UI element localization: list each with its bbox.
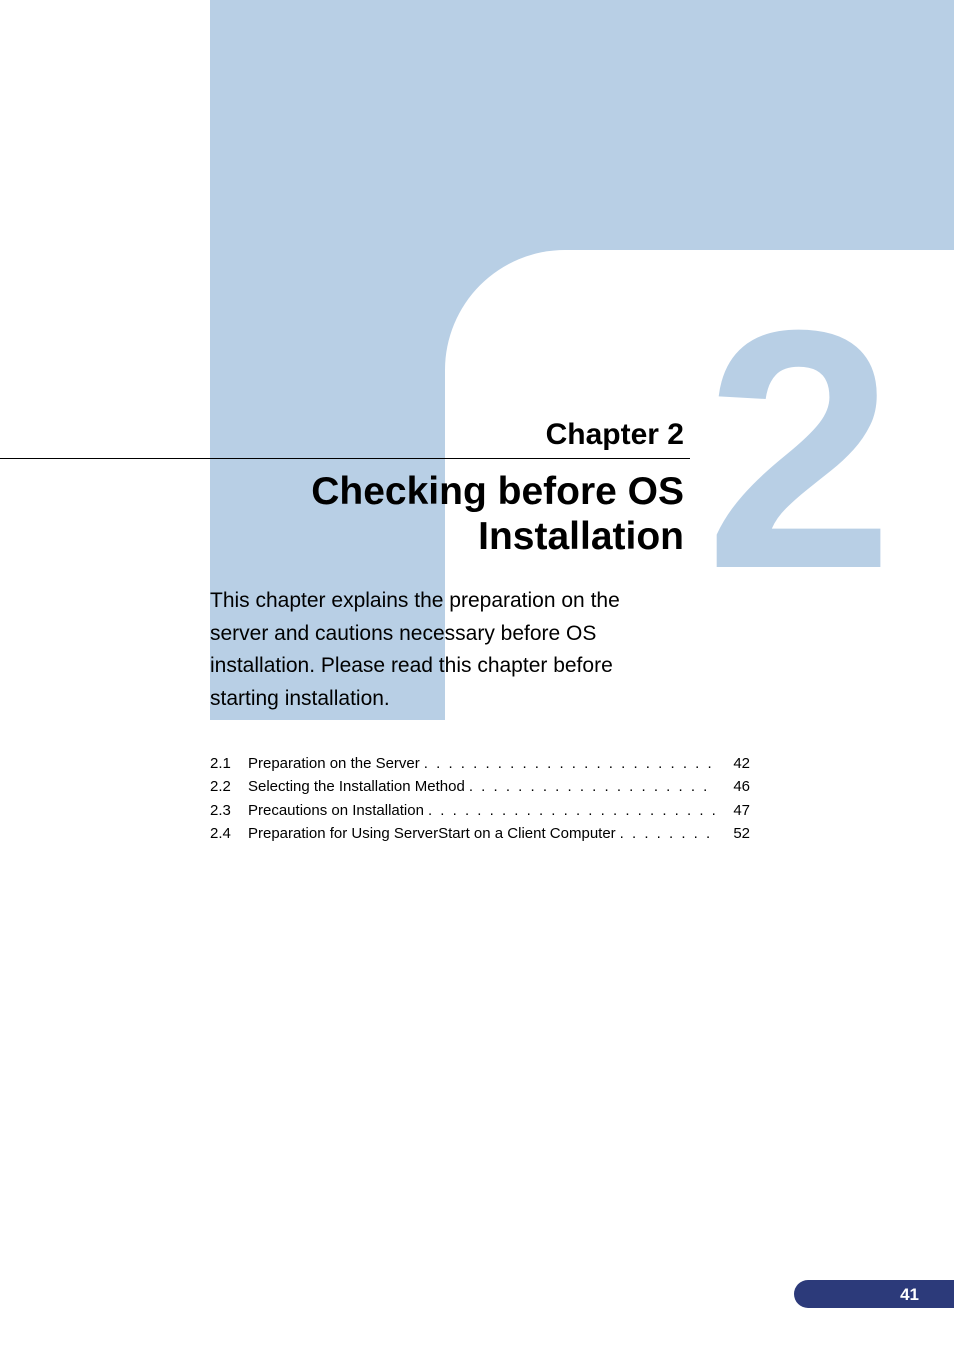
toc-leader-dots: . . . . . . . . . . . . . . . . . . . . … bbox=[420, 752, 715, 775]
divider-line bbox=[0, 458, 690, 459]
chapter-big-number: 2 bbox=[705, 280, 894, 620]
toc-page-number: 47 bbox=[715, 799, 750, 822]
toc-section-number: 2.2 bbox=[210, 775, 248, 798]
chapter-intro: This chapter explains the preparation on… bbox=[210, 585, 680, 715]
toc-section-number: 2.1 bbox=[210, 752, 248, 775]
toc-section-number: 2.3 bbox=[210, 799, 248, 822]
page-number: 41 bbox=[900, 1285, 919, 1305]
toc-page-number: 42 bbox=[715, 752, 750, 775]
toc-row: 2.2 Selecting the Installation Method . … bbox=[210, 775, 750, 798]
toc-row: 2.3 Precautions on Installation . . . . … bbox=[210, 799, 750, 822]
table-of-contents: 2.1 Preparation on the Server . . . . . … bbox=[210, 752, 750, 845]
toc-page-number: 52 bbox=[715, 822, 750, 845]
toc-row: 2.1 Preparation on the Server . . . . . … bbox=[210, 752, 750, 775]
chapter-label: Chapter 2 bbox=[546, 418, 684, 452]
toc-page-number: 46 bbox=[715, 775, 750, 798]
toc-row: 2.4 Preparation for Using ServerStart on… bbox=[210, 822, 750, 845]
toc-leader-dots: . . . . . . . . . . . . . . . . . . . . … bbox=[616, 822, 715, 845]
chapter-title: Checking before OS Installation bbox=[184, 470, 684, 560]
toc-section-title: Preparation for Using ServerStart on a C… bbox=[248, 822, 616, 845]
toc-section-number: 2.4 bbox=[210, 822, 248, 845]
toc-section-title: Selecting the Installation Method bbox=[248, 775, 465, 798]
page-number-badge bbox=[794, 1280, 954, 1308]
toc-section-title: Preparation on the Server bbox=[248, 752, 420, 775]
toc-leader-dots: . . . . . . . . . . . . . . . . . . . . … bbox=[424, 799, 715, 822]
toc-section-title: Precautions on Installation bbox=[248, 799, 424, 822]
toc-leader-dots: . . . . . . . . . . . . . . . . . . . . … bbox=[465, 775, 715, 798]
